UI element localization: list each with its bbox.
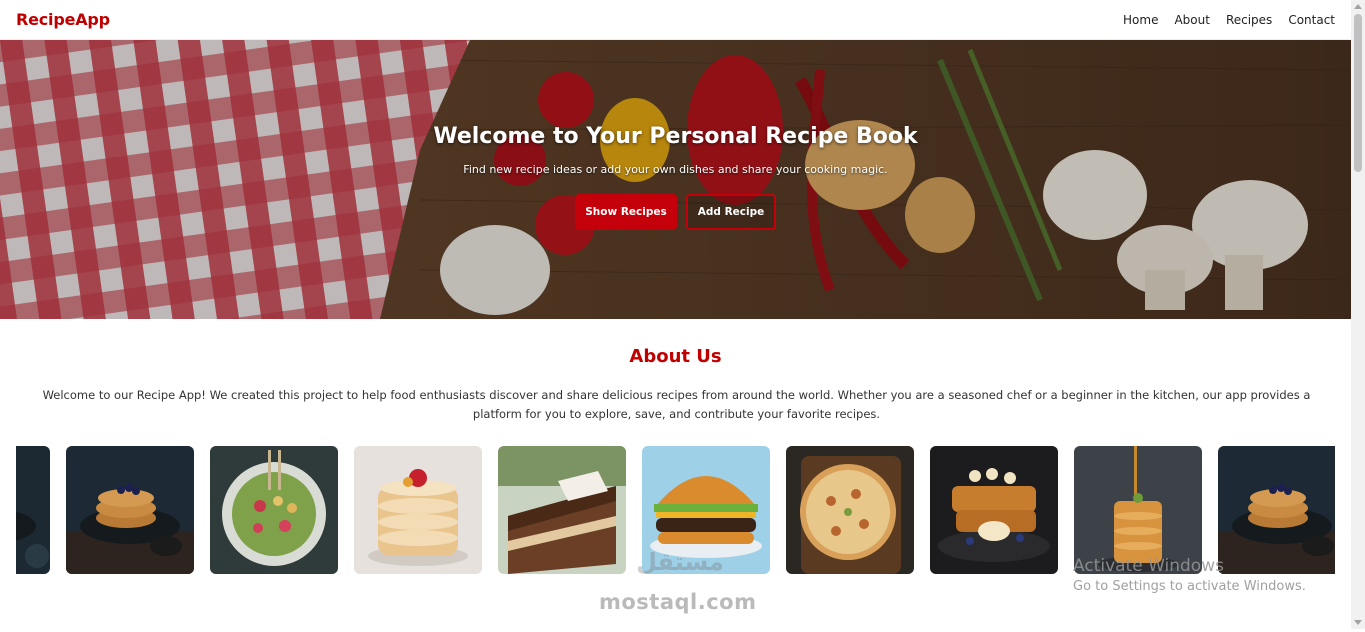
gallery-image-pancakes-partial[interactable]	[16, 446, 50, 574]
gallery-image-salad[interactable]	[210, 446, 338, 574]
gallery-image-pizza[interactable]	[786, 446, 914, 574]
nav-link-contact[interactable]: Contact	[1288, 13, 1335, 27]
watermark-site: mostaql.com	[599, 590, 757, 614]
gallery-image-syrup-pancakes[interactable]	[1074, 446, 1202, 574]
gallery-image-french-toast[interactable]	[930, 446, 1058, 574]
gallery-image-pancakes[interactable]	[66, 446, 194, 574]
show-recipes-button[interactable]: Show Recipes	[575, 194, 677, 230]
scroll-down-arrow-icon[interactable]	[1354, 620, 1362, 625]
hero-title: Welcome to Your Personal Recipe Book	[433, 124, 918, 149]
hero-banner: Welcome to Your Personal Recipe Book Fin…	[0, 40, 1351, 319]
navbar: RecipeApp Home About Recipes Contact	[0, 0, 1351, 40]
gallery-image-pancakes-repeat[interactable]	[1218, 446, 1335, 574]
add-recipe-button[interactable]: Add Recipe	[686, 194, 776, 230]
gallery-image-pancake-stack[interactable]	[354, 446, 482, 574]
watermark-logo: مستقل	[636, 548, 724, 576]
activate-windows-subtitle: Go to Settings to activate Windows.	[1073, 579, 1306, 594]
nav-link-recipes[interactable]: Recipes	[1226, 13, 1272, 27]
nav-link-about[interactable]: About	[1174, 13, 1209, 27]
hero-content: Welcome to Your Personal Recipe Book Fin…	[0, 124, 1351, 230]
next-section-heading	[640, 620, 700, 632]
scroll-up-arrow-icon[interactable]	[1354, 4, 1362, 9]
about-text: Welcome to our Recipe App! We created th…	[42, 388, 1311, 421]
about-title: About Us	[629, 346, 722, 367]
page-scrollbar[interactable]	[1351, 0, 1365, 629]
nav-links: Home About Recipes Contact	[1123, 13, 1335, 27]
activate-windows-title: Activate Windows	[1073, 556, 1224, 576]
nav-link-home[interactable]: Home	[1123, 13, 1158, 27]
brand-logo[interactable]: RecipeApp	[16, 10, 110, 29]
scrollbar-thumb[interactable]	[1354, 14, 1362, 172]
hero-buttons: Show Recipes Add Recipe	[0, 194, 1351, 230]
hero-subtitle: Find new recipe ideas or add your own di…	[463, 163, 888, 176]
